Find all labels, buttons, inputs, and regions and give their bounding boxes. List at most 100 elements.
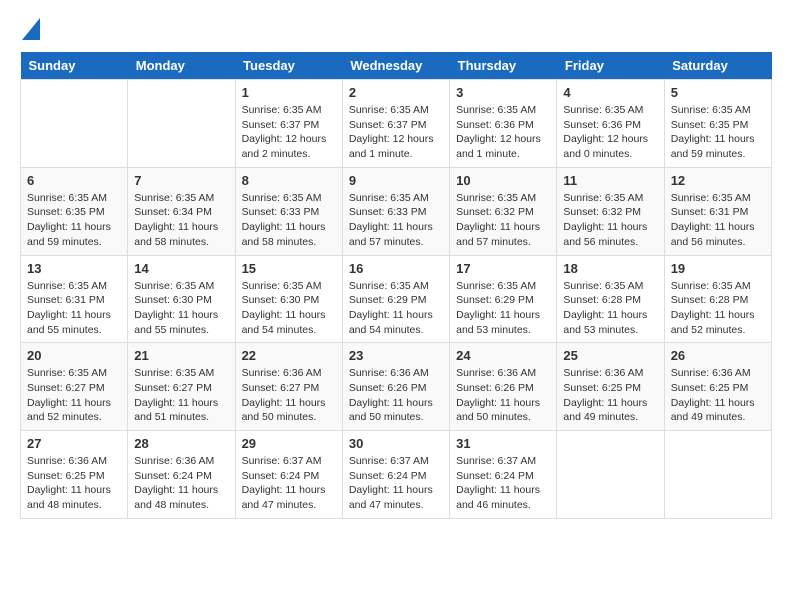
day-cell: 25 Sunrise: 6:36 AM Sunset: 6:25 PM Dayli… — [557, 343, 664, 431]
day-cell: 19 Sunrise: 6:35 AM Sunset: 6:28 PM Dayli… — [664, 255, 771, 343]
day-number: 12 — [671, 173, 765, 188]
day-detail: Sunrise: 6:36 AM Sunset: 6:26 PM Dayligh… — [349, 366, 443, 425]
day-number: 18 — [563, 261, 657, 276]
day-number: 1 — [242, 85, 336, 100]
calendar-header: SundayMondayTuesdayWednesdayThursdayFrid… — [21, 52, 772, 80]
day-number: 5 — [671, 85, 765, 100]
page-header — [20, 20, 772, 36]
day-detail: Sunrise: 6:35 AM Sunset: 6:33 PM Dayligh… — [349, 191, 443, 250]
day-number: 16 — [349, 261, 443, 276]
day-number: 30 — [349, 436, 443, 451]
day-number: 28 — [134, 436, 228, 451]
day-cell: 21 Sunrise: 6:35 AM Sunset: 6:27 PM Dayli… — [128, 343, 235, 431]
day-detail: Sunrise: 6:37 AM Sunset: 6:24 PM Dayligh… — [456, 454, 550, 513]
day-cell — [664, 431, 771, 519]
day-cell: 14 Sunrise: 6:35 AM Sunset: 6:30 PM Dayli… — [128, 255, 235, 343]
day-detail: Sunrise: 6:35 AM Sunset: 6:35 PM Dayligh… — [671, 103, 765, 162]
day-cell: 13 Sunrise: 6:35 AM Sunset: 6:31 PM Dayli… — [21, 255, 128, 343]
day-cell: 16 Sunrise: 6:35 AM Sunset: 6:29 PM Dayli… — [342, 255, 449, 343]
day-number: 8 — [242, 173, 336, 188]
day-detail: Sunrise: 6:35 AM Sunset: 6:31 PM Dayligh… — [27, 279, 121, 338]
day-cell: 20 Sunrise: 6:35 AM Sunset: 6:27 PM Dayli… — [21, 343, 128, 431]
day-cell: 4 Sunrise: 6:35 AM Sunset: 6:36 PM Daylig… — [557, 80, 664, 168]
day-detail: Sunrise: 6:36 AM Sunset: 6:25 PM Dayligh… — [563, 366, 657, 425]
day-detail: Sunrise: 6:35 AM Sunset: 6:28 PM Dayligh… — [671, 279, 765, 338]
day-cell — [128, 80, 235, 168]
day-detail: Sunrise: 6:35 AM Sunset: 6:32 PM Dayligh… — [563, 191, 657, 250]
day-detail: Sunrise: 6:35 AM Sunset: 6:36 PM Dayligh… — [563, 103, 657, 162]
day-number: 13 — [27, 261, 121, 276]
day-number: 22 — [242, 348, 336, 363]
day-cell: 3Sunrise: 6:35 AM Sunset: 6:36 PM Daylig… — [450, 80, 557, 168]
day-number: 15 — [242, 261, 336, 276]
day-detail: Sunrise: 6:35 AM Sunset: 6:37 PM Dayligh… — [242, 103, 336, 162]
day-number: 11 — [563, 173, 657, 188]
day-cell: 26 Sunrise: 6:36 AM Sunset: 6:25 PM Dayli… — [664, 343, 771, 431]
week-row-5: 27Sunrise: 6:36 AM Sunset: 6:25 PM Dayli… — [21, 431, 772, 519]
day-cell: 18 Sunrise: 6:35 AM Sunset: 6:28 PM Dayli… — [557, 255, 664, 343]
week-row-3: 13 Sunrise: 6:35 AM Sunset: 6:31 PM Dayli… — [21, 255, 772, 343]
day-detail: Sunrise: 6:36 AM Sunset: 6:25 PM Dayligh… — [671, 366, 765, 425]
day-detail: Sunrise: 6:37 AM Sunset: 6:24 PM Dayligh… — [242, 454, 336, 513]
day-cell: 30 Sunrise: 6:37 AM Sunset: 6:24 PM Dayli… — [342, 431, 449, 519]
day-number: 4 — [563, 85, 657, 100]
day-number: 9 — [349, 173, 443, 188]
day-detail: Sunrise: 6:35 AM Sunset: 6:28 PM Dayligh… — [563, 279, 657, 338]
day-number: 20 — [27, 348, 121, 363]
day-cell — [21, 80, 128, 168]
header-cell-friday: Friday — [557, 52, 664, 80]
day-cell — [557, 431, 664, 519]
day-number: 26 — [671, 348, 765, 363]
day-detail: Sunrise: 6:35 AM Sunset: 6:33 PM Dayligh… — [242, 191, 336, 250]
day-detail: Sunrise: 6:35 AM Sunset: 6:30 PM Dayligh… — [242, 279, 336, 338]
day-detail: Sunrise: 6:35 AM Sunset: 6:30 PM Dayligh… — [134, 279, 228, 338]
day-number: 27 — [27, 436, 121, 451]
day-detail: Sunrise: 6:35 AM Sunset: 6:29 PM Dayligh… — [349, 279, 443, 338]
day-number: 7 — [134, 173, 228, 188]
day-number: 6 — [27, 173, 121, 188]
day-detail: Sunrise: 6:35 AM Sunset: 6:32 PM Dayligh… — [456, 191, 550, 250]
day-cell: 7 Sunrise: 6:35 AM Sunset: 6:34 PM Daylig… — [128, 167, 235, 255]
week-row-4: 20 Sunrise: 6:35 AM Sunset: 6:27 PM Dayli… — [21, 343, 772, 431]
header-cell-tuesday: Tuesday — [235, 52, 342, 80]
header-cell-saturday: Saturday — [664, 52, 771, 80]
day-detail: Sunrise: 6:37 AM Sunset: 6:24 PM Dayligh… — [349, 454, 443, 513]
day-detail: Sunrise: 6:35 AM Sunset: 6:29 PM Dayligh… — [456, 279, 550, 338]
day-cell: 24Sunrise: 6:36 AM Sunset: 6:26 PM Dayli… — [450, 343, 557, 431]
week-row-1: 1 Sunrise: 6:35 AM Sunset: 6:37 PM Daylig… — [21, 80, 772, 168]
day-cell: 27Sunrise: 6:36 AM Sunset: 6:25 PM Dayli… — [21, 431, 128, 519]
day-number: 19 — [671, 261, 765, 276]
header-cell-monday: Monday — [128, 52, 235, 80]
day-number: 2 — [349, 85, 443, 100]
day-cell: 17 Sunrise: 6:35 AM Sunset: 6:29 PM Dayli… — [450, 255, 557, 343]
header-cell-sunday: Sunday — [21, 52, 128, 80]
logo — [20, 20, 40, 36]
day-number: 31 — [456, 436, 550, 451]
day-detail: Sunrise: 6:36 AM Sunset: 6:24 PM Dayligh… — [134, 454, 228, 513]
day-number: 14 — [134, 261, 228, 276]
day-cell: 8 Sunrise: 6:35 AM Sunset: 6:33 PM Daylig… — [235, 167, 342, 255]
day-number: 17 — [456, 261, 550, 276]
day-cell: 1 Sunrise: 6:35 AM Sunset: 6:37 PM Daylig… — [235, 80, 342, 168]
day-cell: 15 Sunrise: 6:35 AM Sunset: 6:30 PM Dayli… — [235, 255, 342, 343]
day-number: 29 — [242, 436, 336, 451]
day-number: 25 — [563, 348, 657, 363]
day-detail: Sunrise: 6:35 AM Sunset: 6:27 PM Dayligh… — [134, 366, 228, 425]
day-cell: 10 Sunrise: 6:35 AM Sunset: 6:32 PM Dayli… — [450, 167, 557, 255]
header-cell-wednesday: Wednesday — [342, 52, 449, 80]
day-detail: Sunrise: 6:35 AM Sunset: 6:31 PM Dayligh… — [671, 191, 765, 250]
day-cell: 23Sunrise: 6:36 AM Sunset: 6:26 PM Dayli… — [342, 343, 449, 431]
logo-bird-icon — [22, 18, 40, 40]
day-number: 21 — [134, 348, 228, 363]
day-number: 10 — [456, 173, 550, 188]
day-cell: 5 Sunrise: 6:35 AM Sunset: 6:35 PM Daylig… — [664, 80, 771, 168]
day-cell: 22Sunrise: 6:36 AM Sunset: 6:27 PM Dayli… — [235, 343, 342, 431]
day-cell: 12 Sunrise: 6:35 AM Sunset: 6:31 PM Dayli… — [664, 167, 771, 255]
day-cell: 11 Sunrise: 6:35 AM Sunset: 6:32 PM Dayli… — [557, 167, 664, 255]
day-cell: 29 Sunrise: 6:37 AM Sunset: 6:24 PM Dayli… — [235, 431, 342, 519]
day-detail: Sunrise: 6:36 AM Sunset: 6:26 PM Dayligh… — [456, 366, 550, 425]
day-detail: Sunrise: 6:35 AM Sunset: 6:35 PM Dayligh… — [27, 191, 121, 250]
day-detail: Sunrise: 6:35 AM Sunset: 6:34 PM Dayligh… — [134, 191, 228, 250]
day-cell: 31 Sunrise: 6:37 AM Sunset: 6:24 PM Dayli… — [450, 431, 557, 519]
day-detail: Sunrise: 6:35 AM Sunset: 6:27 PM Dayligh… — [27, 366, 121, 425]
